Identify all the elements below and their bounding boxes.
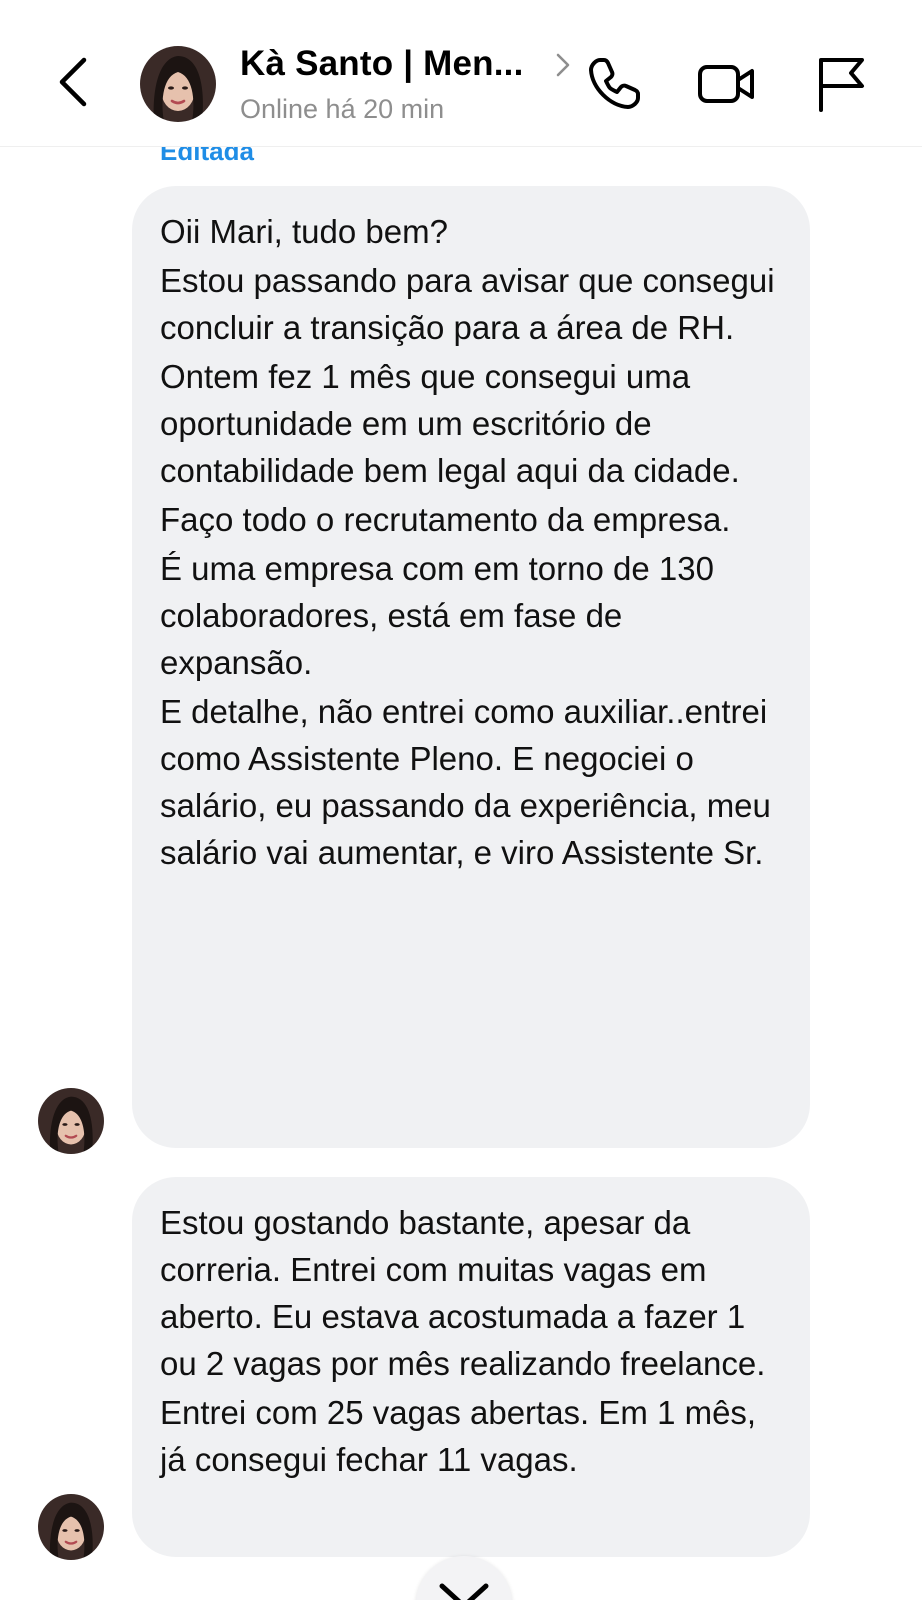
contact-avatar[interactable] <box>140 46 216 122</box>
dm-conversation-screen: Kà Santo | Men... Online há 20 min Edita… <box>0 0 922 1600</box>
message-bubble[interactable]: Estou gostando bastante, apesar da corre… <box>132 1177 810 1557</box>
back-arrow-icon[interactable] <box>52 52 100 112</box>
message-paragraph: Entrei com 25 vagas abertas. Em 1 mês, j… <box>160 1394 757 1478</box>
message-paragraph: Ontem fez 1 mês que consegui uma oportun… <box>160 358 740 489</box>
scroll-to-bottom-button[interactable] <box>416 1556 512 1600</box>
message-bubble[interactable]: Oii Mari, tudo bem? Estou passando para … <box>132 186 810 1148</box>
message-paragraph: E detalhe, não entrei como auxiliar..ent… <box>160 693 771 871</box>
contact-status: Online há 20 min <box>240 94 445 124</box>
chevron-right-icon[interactable] <box>552 50 574 80</box>
flag-icon[interactable] <box>812 54 872 114</box>
message-paragraph: É uma empresa com em torno de 130 colabo… <box>160 550 714 681</box>
message-paragraph: Faço todo o recrutamento da empresa. <box>160 501 731 538</box>
chevron-down-icon <box>439 1583 489 1600</box>
phone-icon[interactable] <box>584 54 644 114</box>
conversation-header: Kà Santo | Men... Online há 20 min <box>0 0 922 147</box>
sender-avatar[interactable] <box>38 1494 104 1560</box>
video-camera-icon[interactable] <box>696 54 756 114</box>
sender-avatar[interactable] <box>38 1088 104 1154</box>
message-paragraph: Estou passando para avisar que consegui … <box>160 262 775 346</box>
message-paragraph: Oii Mari, tudo bem? <box>160 213 448 250</box>
contact-name[interactable]: Kà Santo | Men... <box>240 44 524 84</box>
message-paragraph: Estou gostando bastante, apesar da corre… <box>160 1204 766 1382</box>
